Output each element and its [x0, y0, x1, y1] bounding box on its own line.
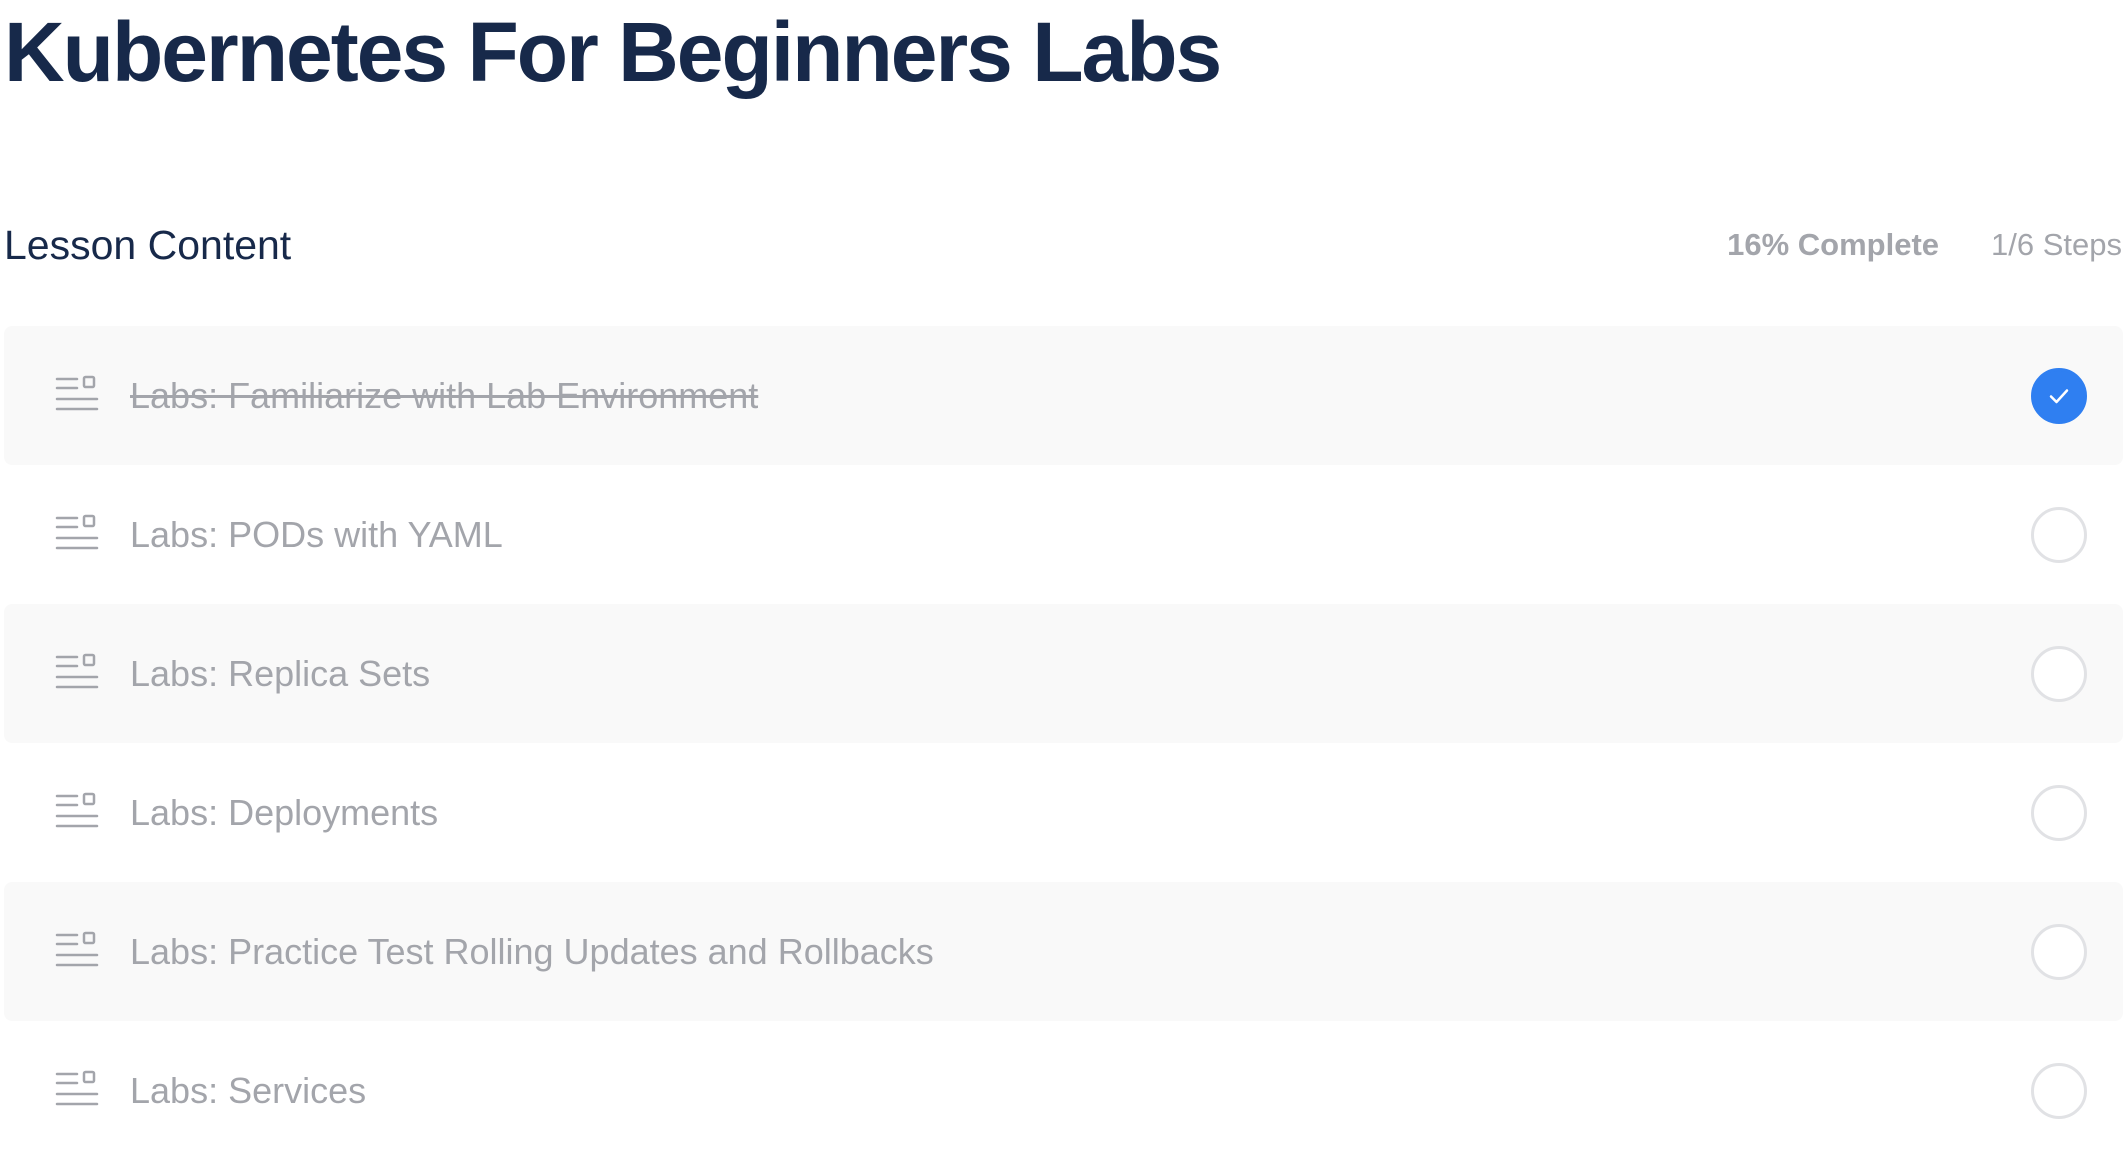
lesson-status[interactable] — [2031, 784, 2087, 841]
lesson-text-icon — [55, 514, 99, 549]
checkmark-icon — [2049, 388, 2069, 403]
lesson-text-icon — [55, 792, 99, 827]
lesson-title[interactable]: Labs: Practice Test Rolling Updates and … — [130, 931, 934, 973]
lesson-text-icon — [55, 1070, 99, 1105]
lesson-title[interactable]: Labs: Familiarize with Lab Environment — [130, 375, 758, 417]
lesson-content-header: Lesson Content 16% Complete 1/6 Steps — [4, 215, 2122, 275]
lesson-page: Kubernetes For Beginners Labs Lesson Con… — [0, 0, 2128, 1163]
lesson-status[interactable] — [2031, 506, 2087, 563]
lesson-complete-status[interactable] — [2031, 367, 2087, 424]
lesson-row[interactable]: Labs: Replica Sets — [4, 604, 2123, 743]
lesson-row[interactable]: Labs: Practice Test Rolling Updates and … — [4, 882, 2123, 1021]
percent-complete: 16% Complete — [1727, 227, 1940, 262]
lesson-title[interactable]: Labs: Services — [130, 1070, 366, 1112]
lesson-text-icon — [55, 375, 99, 410]
lesson-status[interactable] — [2031, 923, 2087, 980]
lesson-row[interactable]: Labs: Services — [4, 1021, 2123, 1160]
lesson-text-icon — [55, 931, 99, 966]
lesson-row[interactable]: Labs: Familiarize with Lab Environment — [4, 326, 2123, 465]
lesson-status[interactable] — [2031, 645, 2087, 702]
page-title: Kubernetes For Beginners Labs — [4, 5, 1222, 99]
lesson-row[interactable]: Labs: PODs with YAML — [4, 465, 2123, 604]
lesson-row[interactable]: Labs: Deployments — [4, 743, 2123, 882]
progress-summary: 16% Complete 1/6 Steps — [1727, 227, 2122, 263]
lesson-list: Labs: Familiarize with Lab Environment L… — [4, 326, 2123, 1160]
lesson-title[interactable]: Labs: PODs with YAML — [130, 514, 503, 556]
lesson-text-icon — [55, 653, 99, 688]
lesson-content-heading: Lesson Content — [4, 221, 292, 268]
lesson-title[interactable]: Labs: Replica Sets — [130, 653, 430, 695]
lesson-title[interactable]: Labs: Deployments — [130, 792, 438, 834]
lesson-status[interactable] — [2031, 1062, 2087, 1119]
steps-count: 1/6 Steps — [1991, 227, 2122, 262]
